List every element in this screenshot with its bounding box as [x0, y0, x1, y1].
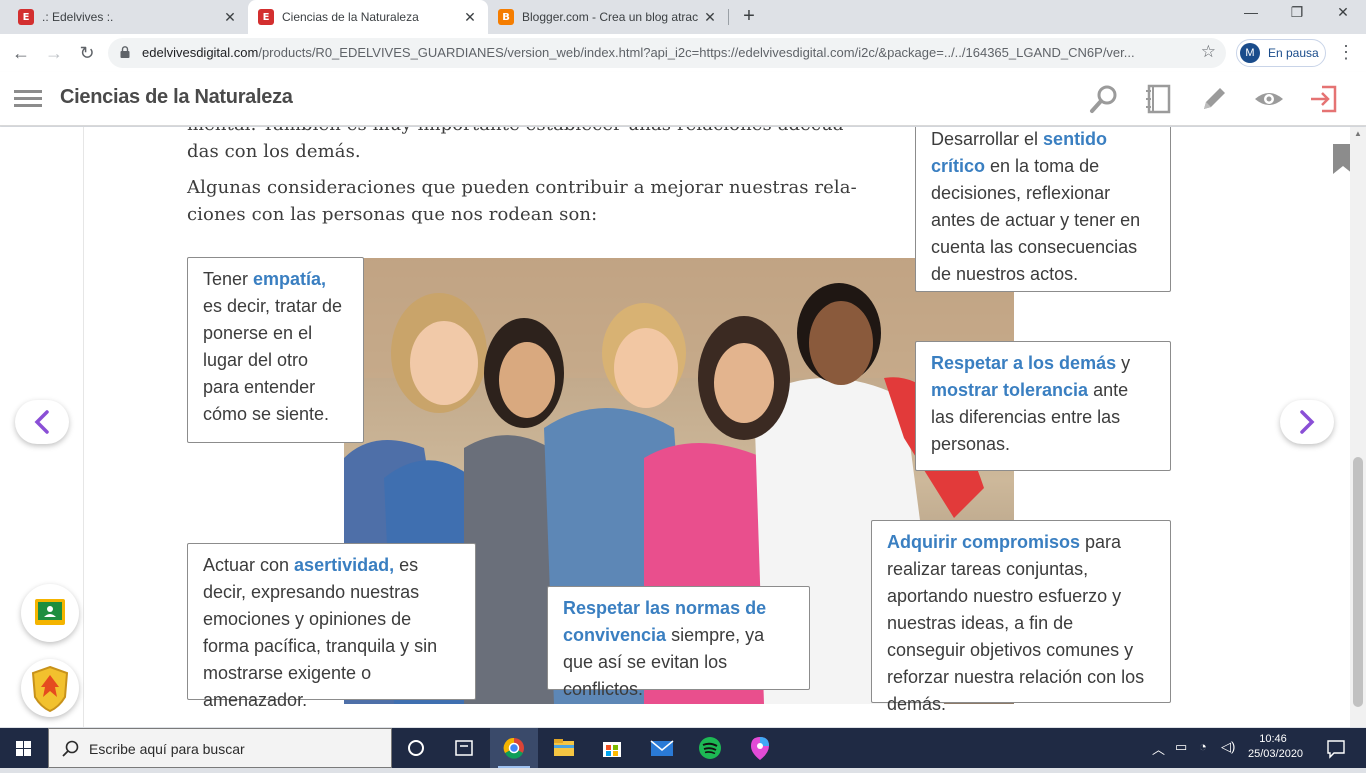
shield-icon: [31, 665, 69, 713]
tip-keyword: mostrar tolerancia: [931, 380, 1089, 400]
body-paragraph-1-line-1: das con los demás.: [187, 141, 361, 162]
tip-box-compromisos: Adquirir compromisos para realizar tarea…: [871, 520, 1171, 714]
tip-box-empatia: Tener empatía, es decir, tratar de poner…: [187, 257, 364, 443]
url-path: /products/R0_EDELVIVES_GUARDIANES/versio…: [258, 45, 1135, 60]
reload-button[interactable]: ↻: [76, 42, 98, 64]
url-domain: edelvivesdigital.com: [142, 45, 259, 60]
exit-icon[interactable]: [1308, 83, 1340, 115]
tip-box-sentido-critico: Desarrollar el sentido crítico en la tom…: [915, 127, 1171, 292]
close-window-button[interactable]: ✕: [1320, 4, 1366, 28]
clock-time: 10:46: [1259, 733, 1287, 745]
tip-box-normas-convivencia: Respetar las normas de convivencia siemp…: [547, 586, 810, 699]
tab-strip: E .: Edelvives :. ✕ E Ciencias de la Nat…: [0, 0, 1366, 34]
maximize-button[interactable]: ❐: [1274, 4, 1320, 28]
chevron-right-icon: [1300, 410, 1315, 434]
wifi-icon[interactable]: ◔: [1199, 739, 1207, 754]
profile-status: En pausa: [1268, 46, 1319, 60]
windows-start-icon[interactable]: [0, 728, 48, 768]
bookmark-icon[interactable]: [1333, 144, 1350, 174]
page-title: Ciencias de la Naturaleza: [60, 86, 293, 108]
minimize-button[interactable]: —: [1228, 4, 1274, 28]
hamburger-menu-icon[interactable]: [14, 90, 42, 108]
scrollbar-thumb[interactable]: [1353, 457, 1363, 707]
tip-text: es decir, expresando nuestras emociones …: [203, 555, 438, 710]
chrome-taskbar-button[interactable]: [490, 728, 538, 768]
maps-pin-icon[interactable]: [736, 728, 784, 768]
tip-keyword: empatía,: [253, 269, 327, 289]
tip-text: Actuar con: [203, 555, 295, 575]
tip-text: Tener: [203, 269, 254, 289]
body-paragraph-2-line-1: ciones con las personas que nos rodean s…: [187, 204, 598, 225]
forward-button[interactable]: →: [43, 42, 65, 64]
bookmark-star-icon[interactable]: ☆: [1201, 42, 1216, 62]
tab-title: .: Edelvives :.: [42, 10, 114, 24]
show-hidden-icons-icon[interactable]: ︿: [1152, 739, 1165, 758]
edelvives-favicon-icon: E: [258, 9, 274, 25]
mail-icon[interactable]: [638, 728, 686, 768]
blogger-favicon-icon: B: [498, 9, 514, 25]
profile-button[interactable]: M En pausa: [1236, 39, 1326, 67]
page-scrollbar[interactable]: ▲: [1350, 127, 1366, 727]
tip-box-respetar-demas: Respetar a los demás y mostrar toleranci…: [915, 341, 1171, 471]
tab-title: Blogger.com - Crea un blog atrac: [522, 10, 699, 24]
tab-blogger[interactable]: B Blogger.com - Crea un blog atrac ✕: [488, 0, 728, 34]
address-toolbar: ← → ↻ edelvivesdigital.com/products/R0_E…: [0, 34, 1366, 72]
edelvives-favicon-icon: E: [18, 9, 34, 25]
system-clock[interactable]: 10:46 25/03/2020: [1248, 732, 1304, 762]
notebook-icon[interactable]: [1142, 83, 1174, 115]
chevron-left-icon: [34, 410, 49, 434]
tip-keyword: Respetar a los demás: [931, 353, 1117, 373]
windows-taskbar: Escribe aquí para buscar ︿ ▭ ◔ ◁) 10:46 …: [0, 728, 1366, 768]
previous-page-button[interactable]: [15, 400, 69, 444]
scroll-up-arrow-icon[interactable]: ▲: [1354, 129, 1362, 138]
book-page-viewport: mental. También es muy importante establ…: [0, 127, 1350, 727]
tab-title: Ciencias de la Naturaleza: [282, 10, 419, 24]
store-icon[interactable]: [588, 728, 636, 768]
tip-keyword: Adquirir compromisos: [887, 532, 1081, 552]
close-tab-icon[interactable]: ✕: [462, 9, 478, 26]
body-paragraph-1-line-0: mental. También es muy importante establ…: [187, 127, 850, 138]
avatar: M: [1240, 43, 1260, 63]
battery-icon[interactable]: ▭: [1175, 739, 1187, 755]
browser-menu-icon[interactable]: ⋮: [1336, 42, 1356, 64]
taskbar-search-input[interactable]: Escribe aquí para buscar: [48, 728, 392, 768]
file-explorer-icon[interactable]: [540, 728, 588, 768]
next-page-button[interactable]: [1280, 400, 1334, 444]
url-text: edelvivesdigital.com/products/R0_EDELVIV…: [142, 45, 1192, 60]
tip-text: para realizar tareas conjuntas, aportand…: [887, 532, 1145, 714]
body-paragraph-2-line-0: Algunas consideraciones que pueden contr…: [187, 177, 857, 198]
clock-date: 25/03/2020: [1248, 748, 1304, 760]
tip-text: Desarrollar el: [931, 129, 1044, 149]
task-view-icon[interactable]: [440, 728, 488, 768]
tip-keyword: asertividad,: [294, 555, 395, 575]
chrome-icon: [503, 737, 524, 759]
tip-text: y: [1116, 353, 1131, 373]
tip-text: es decir, tratar de ponerse en el lugar …: [203, 296, 343, 424]
search-icon[interactable]: [1088, 83, 1120, 115]
search-placeholder: Escribe aquí para buscar: [89, 741, 245, 757]
close-tab-icon[interactable]: ✕: [222, 9, 238, 26]
address-bar[interactable]: edelvivesdigital.com/products/R0_EDELVIV…: [108, 38, 1226, 68]
classroom-icon: [35, 599, 65, 625]
app-header: Ciencias de la Naturaleza: [0, 72, 1366, 126]
notifications-icon[interactable]: [1312, 728, 1360, 768]
eye-icon[interactable]: [1253, 83, 1285, 115]
cortana-icon[interactable]: [392, 728, 440, 768]
new-tab-button[interactable]: +: [738, 6, 760, 28]
close-tab-icon[interactable]: ✕: [702, 9, 718, 26]
pencil-icon[interactable]: [1198, 83, 1230, 115]
tab-divider: [728, 9, 729, 25]
tab-edelvives[interactable]: E .: Edelvives :. ✕: [8, 0, 248, 34]
tab-ciencias[interactable]: E Ciencias de la Naturaleza ✕: [248, 0, 488, 34]
volume-icon[interactable]: ◁): [1221, 739, 1235, 755]
google-classroom-button[interactable]: [21, 584, 79, 642]
search-icon: [62, 740, 79, 757]
spotify-icon[interactable]: [686, 728, 734, 768]
lock-icon: [120, 46, 130, 58]
back-button[interactable]: ←: [10, 42, 32, 64]
guardianes-badge-button[interactable]: [21, 659, 79, 717]
tip-box-asertividad: Actuar con asertividad, es decir, expres…: [187, 543, 476, 710]
